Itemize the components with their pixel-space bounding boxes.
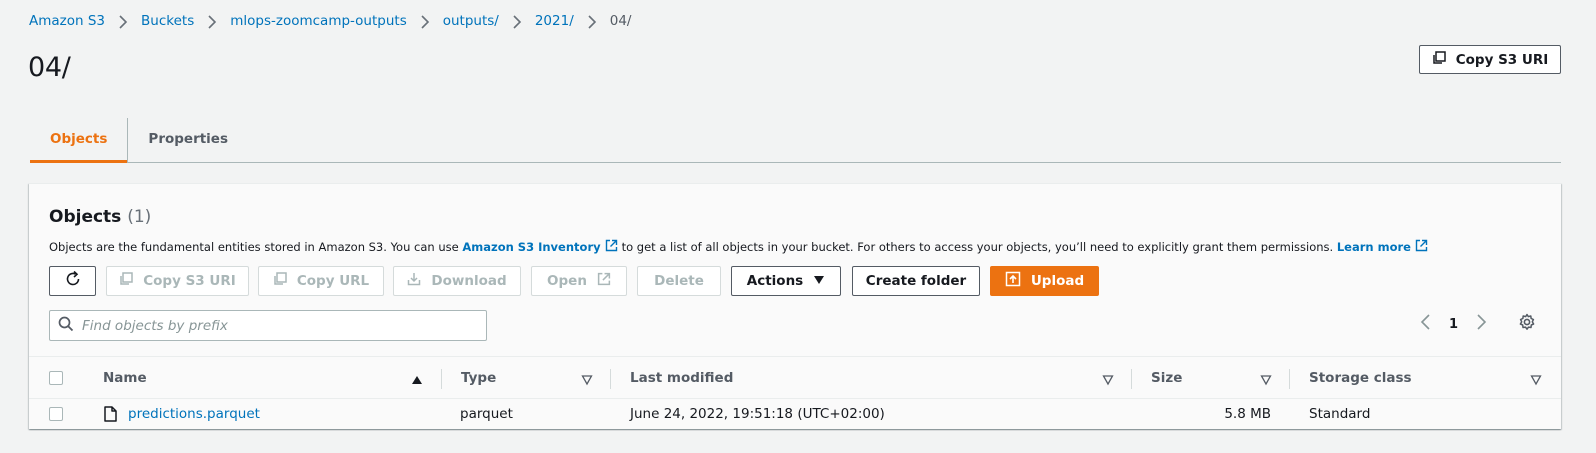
desc-middle: to get a list of all objects in your buc… bbox=[621, 240, 1334, 254]
copy-s3-uri-header-label: Copy S3 URI bbox=[1455, 51, 1549, 68]
sort-asc-icon[interactable] bbox=[411, 371, 423, 390]
object-size: 5.8 MB bbox=[1224, 406, 1271, 422]
column-divider bbox=[1289, 369, 1290, 389]
sort-icon[interactable] bbox=[581, 371, 593, 390]
page-number[interactable]: 1 bbox=[1449, 317, 1458, 332]
column-divider bbox=[610, 369, 611, 389]
download-icon bbox=[407, 272, 421, 290]
column-divider bbox=[441, 369, 442, 389]
object-last-modified: June 24, 2022, 19:51:18 (UTC+02:00) bbox=[630, 406, 885, 422]
breadcrumb-amazon-s3[interactable]: Amazon S3 bbox=[29, 13, 105, 29]
pagination: 1 bbox=[1419, 309, 1547, 339]
chevron-left-icon[interactable] bbox=[1419, 314, 1431, 334]
download-button[interactable]: Download bbox=[393, 266, 521, 296]
objects-description: Objects are the fundamental entities sto… bbox=[49, 239, 1432, 255]
search-input[interactable] bbox=[82, 317, 472, 334]
select-all-checkbox[interactable] bbox=[49, 357, 63, 398]
search-icon bbox=[58, 316, 74, 336]
inventory-link[interactable]: Amazon S3 Inventory bbox=[462, 240, 600, 254]
desc-before: Objects are the fundamental entities sto… bbox=[49, 240, 459, 254]
copy-url-button[interactable]: Copy URL bbox=[258, 266, 384, 296]
breadcrumb-2021[interactable]: 2021/ bbox=[535, 13, 574, 29]
create-folder-label: Create folder bbox=[865, 273, 967, 289]
open-label: Open bbox=[547, 273, 587, 289]
delete-button[interactable]: Delete bbox=[637, 266, 721, 296]
tab-bar: Objects Properties bbox=[30, 116, 1561, 163]
copy-icon bbox=[273, 272, 287, 290]
column-last-modified[interactable]: Last modified bbox=[630, 357, 733, 398]
chevron-right-icon bbox=[194, 14, 230, 29]
object-type: parquet bbox=[460, 406, 513, 422]
breadcrumb-bucket[interactable]: mlops-zoomcamp-outputs bbox=[230, 13, 407, 29]
objects-toolbar: Copy S3 URI Copy URL Download Open Delet… bbox=[49, 266, 1099, 296]
breadcrumb-current: 04/ bbox=[609, 13, 632, 29]
row-checkbox[interactable] bbox=[49, 399, 63, 429]
copy-s3-uri-header-button[interactable]: Copy S3 URI bbox=[1419, 45, 1561, 74]
copy-icon bbox=[1432, 50, 1446, 69]
column-storage-class[interactable]: Storage class bbox=[1309, 357, 1412, 398]
sort-icon[interactable] bbox=[1530, 371, 1542, 390]
sort-icon[interactable] bbox=[1102, 371, 1114, 390]
breadcrumb-buckets[interactable]: Buckets bbox=[141, 13, 194, 29]
column-size[interactable]: Size bbox=[1151, 357, 1182, 398]
column-name[interactable]: Name bbox=[103, 357, 147, 398]
chevron-right-icon bbox=[105, 14, 141, 29]
refresh-button[interactable] bbox=[49, 266, 96, 296]
tab-objects[interactable]: Objects bbox=[30, 116, 128, 163]
create-folder-button[interactable]: Create folder bbox=[852, 266, 980, 296]
object-name-link[interactable]: predictions.parquet bbox=[128, 399, 260, 429]
column-type[interactable]: Type bbox=[461, 357, 496, 398]
delete-label: Delete bbox=[654, 273, 704, 289]
external-link-icon bbox=[597, 272, 611, 290]
copy-icon bbox=[119, 272, 133, 290]
upload-label: Upload bbox=[1030, 273, 1085, 289]
external-link-icon bbox=[605, 239, 618, 255]
objects-count: (1) bbox=[127, 207, 152, 227]
upload-button[interactable]: Upload bbox=[990, 266, 1099, 296]
copy-s3-uri-label: Copy S3 URI bbox=[143, 273, 236, 289]
column-divider bbox=[1131, 369, 1132, 389]
chevron-right-icon[interactable] bbox=[1476, 314, 1488, 334]
actions-label: Actions bbox=[746, 273, 804, 289]
objects-table: Name Type Last modified Size Storage cla… bbox=[29, 356, 1561, 429]
sort-icon[interactable] bbox=[1260, 371, 1272, 390]
chevron-right-icon bbox=[407, 14, 443, 29]
copy-url-label: Copy URL bbox=[296, 273, 370, 289]
caret-down-icon bbox=[813, 273, 825, 289]
file-icon bbox=[104, 399, 117, 429]
object-storage-class: Standard bbox=[1309, 406, 1371, 422]
gear-icon[interactable] bbox=[1518, 313, 1536, 335]
learn-more-link[interactable]: Learn more bbox=[1337, 240, 1411, 254]
objects-panel: Objects (1) Objects are the fundamental … bbox=[29, 183, 1561, 429]
external-link-icon bbox=[1415, 239, 1428, 255]
objects-heading: Objects (1) bbox=[49, 207, 151, 227]
open-button[interactable]: Open bbox=[531, 266, 627, 296]
download-label: Download bbox=[431, 273, 507, 289]
table-header: Name Type Last modified Size Storage cla… bbox=[29, 357, 1561, 399]
objects-title: Objects bbox=[49, 207, 122, 227]
table-row: predictions.parquet parquet June 24, 202… bbox=[29, 399, 1561, 429]
breadcrumb: Amazon S3 Buckets mlops-zoomcamp-outputs… bbox=[29, 12, 631, 30]
chevron-right-icon bbox=[499, 14, 535, 29]
copy-s3-uri-button[interactable]: Copy S3 URI bbox=[106, 266, 249, 296]
page-title: 04/ bbox=[28, 52, 71, 83]
upload-icon bbox=[1005, 271, 1021, 291]
breadcrumb-outputs[interactable]: outputs/ bbox=[443, 13, 499, 29]
search-box bbox=[49, 310, 487, 341]
chevron-right-icon bbox=[574, 14, 610, 29]
refresh-icon bbox=[64, 270, 82, 292]
actions-dropdown[interactable]: Actions bbox=[731, 266, 841, 296]
tab-properties[interactable]: Properties bbox=[128, 116, 248, 162]
